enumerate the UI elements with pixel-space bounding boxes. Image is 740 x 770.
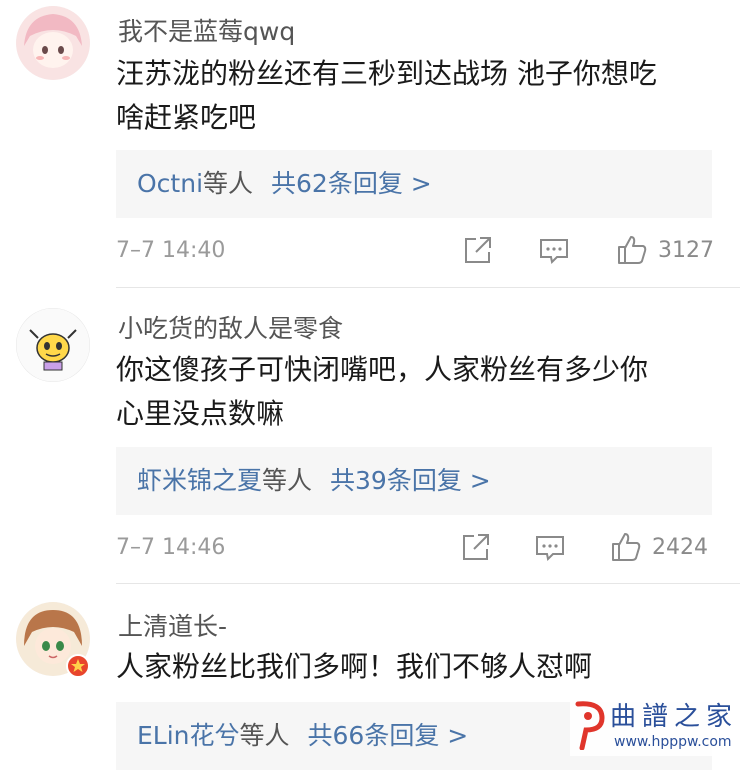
anime-girl-avatar-icon: [16, 6, 90, 80]
reply-count-link[interactable]: 共39条回复 >: [330, 466, 491, 495]
reply-suffix: 等人: [239, 721, 290, 750]
reply-user-names[interactable]: Octni: [137, 169, 203, 198]
site-watermark: 曲譜之家 www.hpppw.com: [570, 694, 740, 756]
reply-preview[interactable]: 虾米锦之夏等人 共39条回复 >: [116, 447, 712, 515]
comment-text: 人家粉丝比我们多啊！我们不够人怼啊: [116, 645, 716, 689]
like-count[interactable]: 3127: [658, 238, 714, 263]
username[interactable]: 小吃货的敌人是零食: [118, 309, 343, 345]
avatar[interactable]: [16, 6, 90, 80]
comment-meta: 7–7 14:40 3127: [116, 234, 714, 270]
share-icon[interactable]: [462, 234, 494, 266]
reply-suffix: 等人: [262, 466, 313, 495]
avatar[interactable]: [16, 308, 90, 382]
reply-count-link[interactable]: 共66条回复 >: [308, 721, 469, 750]
share-icon[interactable]: [460, 531, 492, 563]
verified-badge-icon: [66, 654, 90, 678]
thumbs-up-icon[interactable]: [616, 234, 648, 266]
username[interactable]: 上清道长-: [118, 607, 227, 643]
comment-icon[interactable]: [538, 234, 570, 266]
comment-line: 你这傻孩子可快闭嘴吧，人家粉丝有多少你: [116, 353, 649, 386]
divider: [116, 287, 740, 288]
reply-suffix: 等人: [203, 169, 254, 198]
reply-user-names[interactable]: ELin花兮: [137, 721, 240, 750]
like-count[interactable]: 2424: [652, 535, 708, 560]
comment-line: 汪苏泷的粉丝还有三秒到达战场 池子你想吃: [116, 57, 657, 90]
comment-line: 心里没点数嘛: [116, 397, 285, 430]
watermark-title: 曲譜之家: [610, 702, 739, 732]
timestamp: 7–7 14:46: [116, 535, 226, 560]
reply-user-names[interactable]: 虾米锦之夏: [137, 466, 262, 495]
comment-line: 人家粉丝比我们多啊！我们不够人怼啊: [116, 650, 593, 683]
timestamp: 7–7 14:40: [116, 238, 226, 263]
watermark-logo-icon: [575, 701, 605, 750]
comment-text: 汪苏泷的粉丝还有三秒到达战场 池子你想吃 啥赶紧吃吧: [116, 52, 716, 140]
divider: [116, 583, 740, 584]
comment-meta: 7–7 14:46 2424: [116, 531, 712, 567]
reply-preview[interactable]: Octni等人 共62条回复 >: [116, 150, 712, 218]
cartoon-character-avatar-icon: [16, 308, 90, 382]
thumbs-up-icon[interactable]: [610, 531, 642, 563]
comment-icon[interactable]: [534, 531, 566, 563]
comment-line: 啥赶紧吃吧: [116, 101, 257, 134]
watermark-url: www.hpppw.com: [614, 734, 732, 750]
username[interactable]: 我不是蓝莓qwq: [118, 12, 295, 48]
comment-text: 你这傻孩子可快闭嘴吧，人家粉丝有多少你 心里没点数嘛: [116, 348, 716, 436]
reply-count-link[interactable]: 共62条回复 >: [271, 169, 432, 198]
